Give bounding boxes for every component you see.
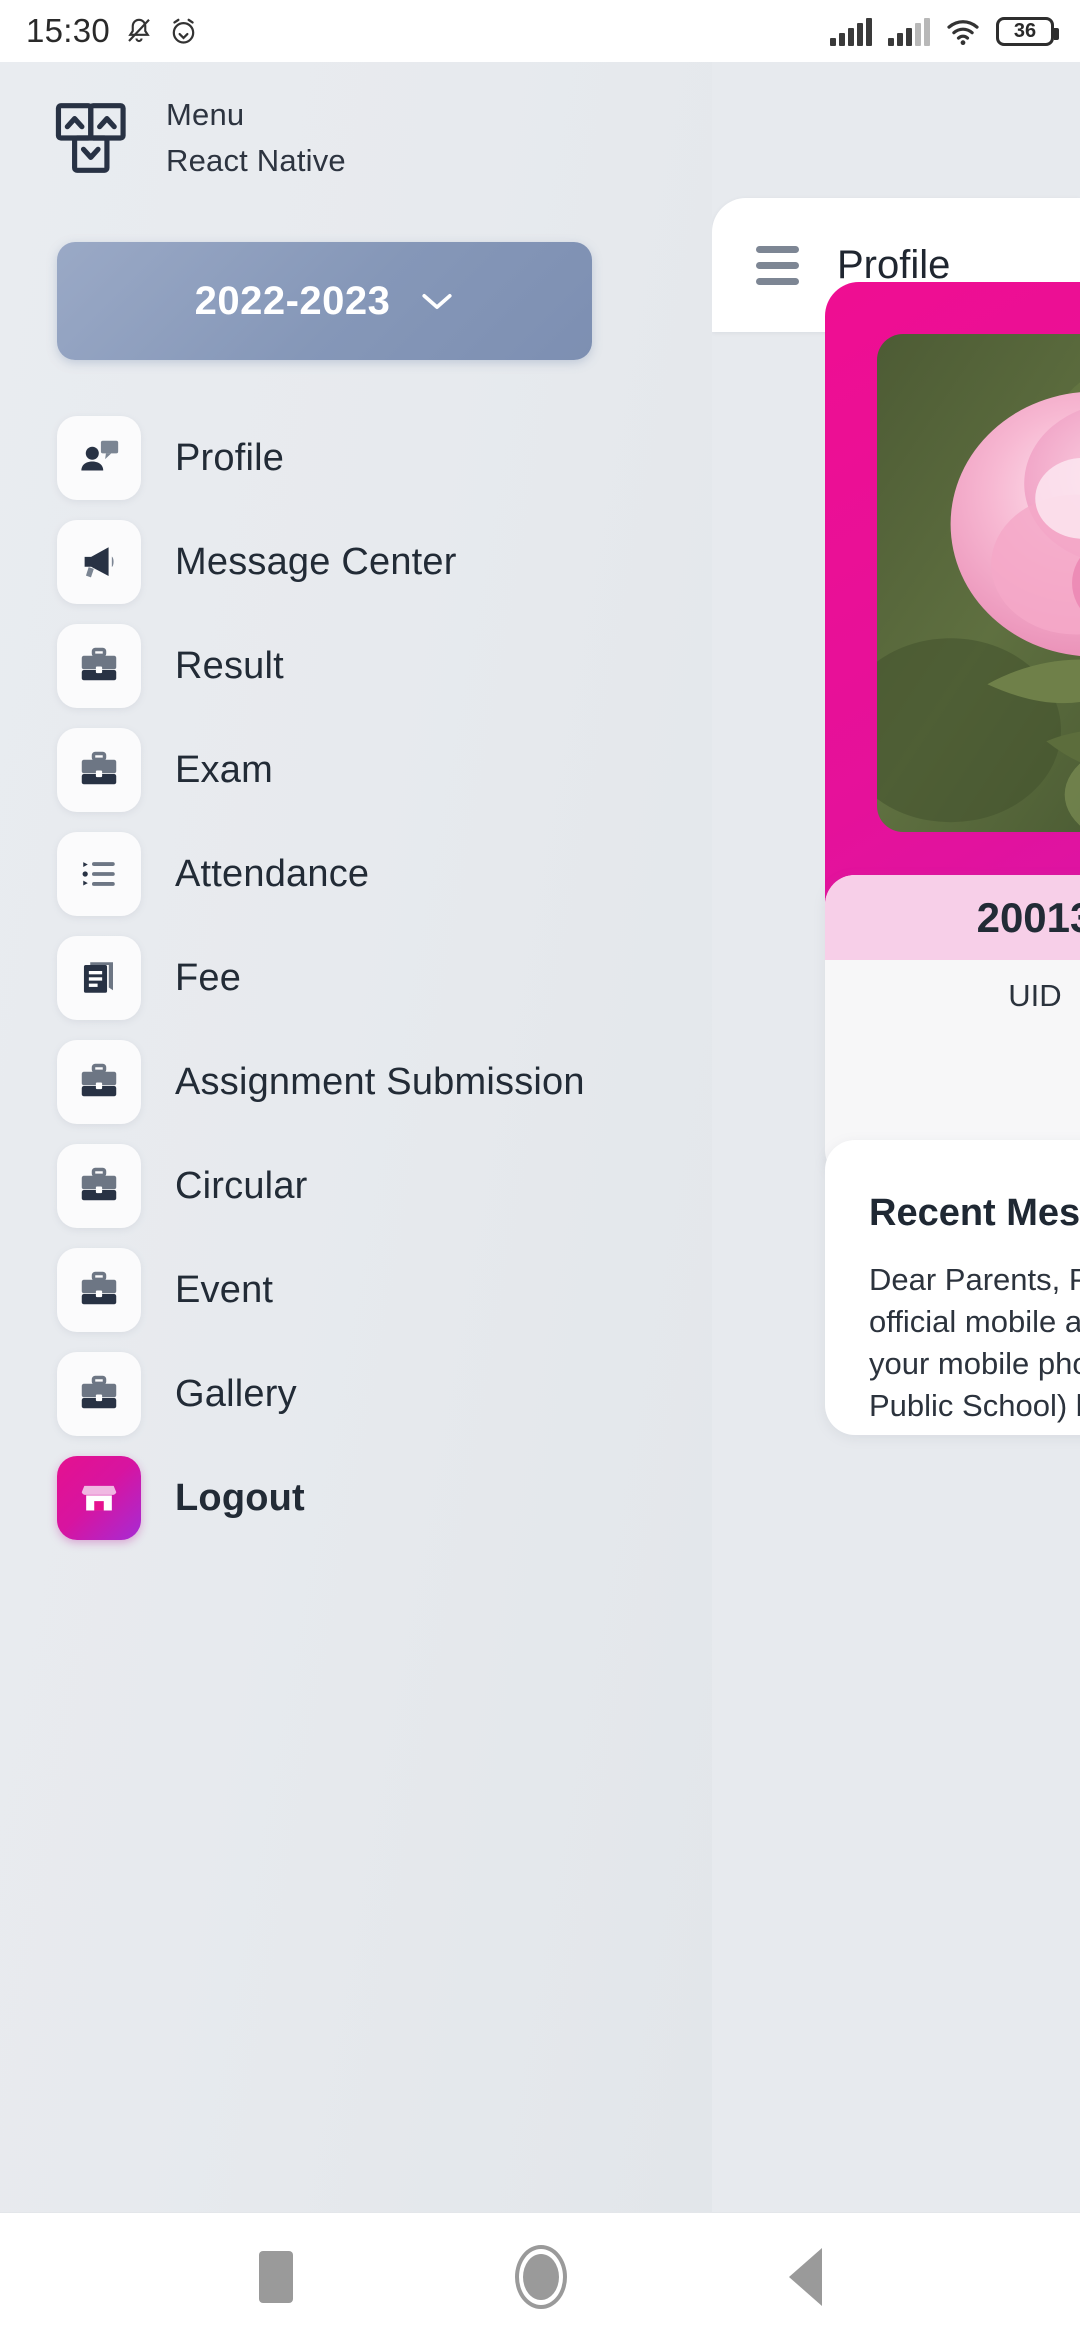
sidebar-item-gallery[interactable]: Gallery — [0, 1342, 712, 1446]
briefcase-icon — [57, 624, 141, 708]
briefcase-icon — [57, 1040, 141, 1124]
status-time: 15:30 — [26, 12, 111, 49]
page-title: Profile — [837, 242, 951, 287]
sidebar-item-assignment-submission[interactable]: Assignment Submission — [0, 1030, 712, 1134]
year-selector-value: 2022-2023 — [194, 278, 391, 323]
home-circle-icon[interactable] — [514, 2244, 567, 2309]
pink-rose-photo-image — [877, 334, 1080, 832]
sidebar-item-result[interactable]: Result — [0, 614, 712, 718]
recent-message-card[interactable]: Recent Message Dear Parents, Please offi… — [825, 1140, 1080, 1435]
sidebar-item-fee[interactable]: Fee — [0, 926, 712, 1030]
app-screen: 15:30 36 Profile 2001 UID Recent Mes Dea… — [0, 0, 1080, 2340]
logout-label: Logout — [175, 1476, 305, 1519]
status-bar-right: 36 — [830, 16, 1059, 46]
chevron-down-icon — [422, 293, 452, 309]
app-logo-icon — [52, 96, 136, 180]
message-line: official mobile app — [869, 1304, 1080, 1340]
brand-line-react-native: React Native — [166, 143, 346, 178]
recent-message-body: Dear Parents, Please official mobile app… — [825, 1235, 1080, 1428]
hamburger-menu-icon[interactable] — [756, 245, 799, 285]
wifi-icon — [947, 19, 979, 45]
back-triangle-icon[interactable] — [788, 2247, 822, 2306]
sidebar-item-message-center[interactable]: Message Center — [0, 510, 712, 614]
sidebar-item-exam[interactable]: Exam — [0, 718, 712, 822]
briefcase-icon — [57, 1248, 141, 1332]
content-pane: Profile 2001 UID Recent Mes Dear Parents… — [712, 62, 1080, 2274]
alarm-clock-icon — [172, 18, 195, 44]
status-bar-left: 15:30 — [26, 12, 199, 50]
recent-message-title: Recent Message — [869, 1192, 1080, 1234]
sidebar-item-label: Attendance — [175, 852, 370, 895]
storefront-icon — [57, 1456, 141, 1540]
navigation-drawer: Menu React Native 2022-2023 Profile Mess… — [0, 62, 712, 2274]
drawer-menu-list: Profile Message Center Result Exam Atten… — [0, 406, 712, 1550]
sidebar-item-label: Message Center — [175, 540, 457, 583]
megaphone-icon — [57, 520, 141, 604]
profile-photo — [877, 334, 1080, 832]
sidebar-item-event[interactable]: Event — [0, 1238, 712, 1342]
android-navigation-bar — [0, 2212, 1080, 2340]
sidebar-item-label: Gallery — [175, 1372, 297, 1415]
briefcase-icon — [57, 728, 141, 812]
signal-bars-icon — [888, 17, 930, 46]
status-bar: 15:30 36 — [0, 0, 1080, 62]
bell-muted-icon — [128, 18, 150, 43]
briefcase-icon — [57, 1144, 141, 1228]
sidebar-item-label: Circular — [175, 1164, 308, 1207]
battery-level: 36 — [1013, 20, 1037, 42]
sidebar-item-label: Assignment Submission — [175, 1060, 585, 1103]
user-message-icon — [57, 416, 141, 500]
sidebar-item-label: Exam — [175, 748, 273, 791]
uid-label: UID — [1008, 978, 1062, 1013]
profile-photo-card — [825, 282, 1080, 946]
message-line: Public School) by — [869, 1388, 1080, 1424]
uid-band: 20013 — [825, 875, 1080, 960]
uid-value: 20013 — [976, 893, 1080, 941]
sidebar-item-circular[interactable]: Circular — [0, 1134, 712, 1238]
message-line: your mobile phone — [869, 1346, 1080, 1382]
signal-bars-icon — [830, 17, 872, 46]
sidebar-item-label: Event — [175, 1268, 274, 1311]
brand-line-menu: Menu — [166, 97, 245, 132]
message-line: Dear Parents, Please — [869, 1262, 1080, 1297]
drawer-header: Menu React Native — [0, 62, 712, 180]
logout-button[interactable]: Logout — [0, 1446, 712, 1550]
sidebar-item-profile[interactable]: Profile — [0, 406, 712, 510]
uid-card: 20013 UID — [825, 875, 1080, 1180]
year-selector[interactable]: 2022-2023 — [57, 242, 592, 360]
sidebar-item-label: Fee — [175, 956, 242, 999]
sidebar-item-attendance[interactable]: Attendance — [0, 822, 712, 926]
brand-text: Menu React Native — [166, 97, 346, 179]
briefcase-icon — [57, 1352, 141, 1436]
sidebar-item-label: Result — [175, 644, 284, 687]
document-icon — [57, 936, 141, 1020]
sidebar-item-label: Profile — [175, 436, 285, 479]
recents-square-icon[interactable] — [258, 2250, 293, 2303]
list-bullet-icon — [57, 832, 141, 916]
battery-indicator: 36 — [996, 16, 1059, 46]
